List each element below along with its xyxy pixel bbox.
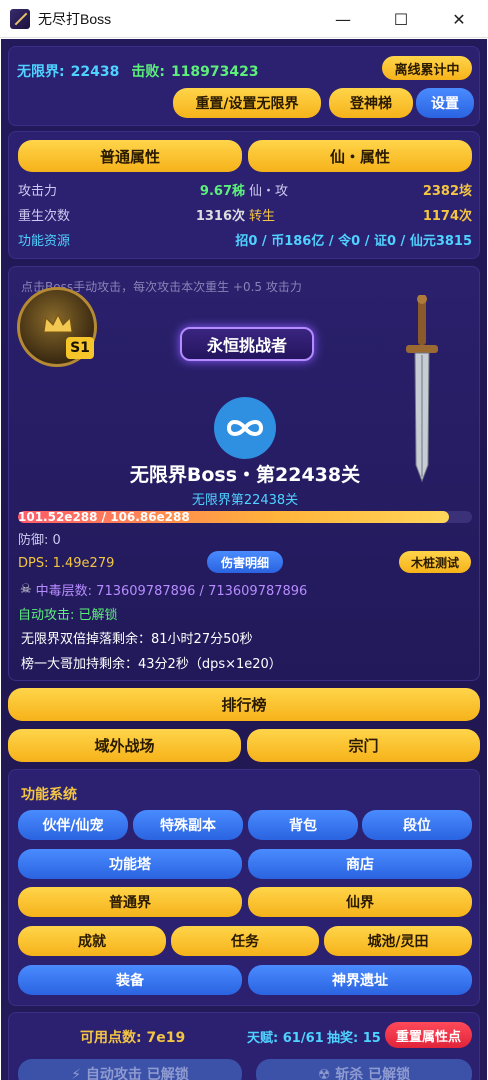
maximize-button[interactable]: ☐ xyxy=(372,0,430,38)
talent-count: 天赋: 61/61 xyxy=(247,1031,324,1046)
realm-value: 22438 xyxy=(70,64,120,80)
offline-accumulating-badge: 离线累计中 xyxy=(382,56,472,80)
crown-icon xyxy=(42,312,74,334)
eternal-challenger-banner: 永恒挑战者 xyxy=(180,327,314,361)
features-title: 功能系统 xyxy=(21,787,77,803)
defeat-value: 118973423 xyxy=(170,64,259,80)
auto-attack-status: 自动攻击: 已解锁 xyxy=(18,608,118,623)
immortal-attack-value: 2382垓 xyxy=(422,184,472,199)
immortal-attack-label: 仙・攻 xyxy=(249,184,289,199)
defeat-label: 击败: xyxy=(131,64,165,80)
points-panel: 可用点数: 7e19 天赋: 61/61 抽奖: 15 重置属性点 ⚡ 自动攻击… xyxy=(8,1012,480,1080)
game-area: 无限界: 22438 击败: 118973423 离线累计中 重置/设置无限界 … xyxy=(1,39,487,1080)
rebirth-value: 1316次 xyxy=(195,209,245,224)
city-field-button[interactable]: 城池/灵田 xyxy=(324,926,472,956)
poison-stacks: 中毒层数: 713609787896 / 713609787896 xyxy=(35,584,308,599)
boss-hp-text: 101.52e288 / 106.86e288 xyxy=(18,510,190,524)
sect-button[interactable]: 宗门 xyxy=(247,729,480,762)
rebirth-row: 重生次数 1316次 xyxy=(18,205,245,224)
dps-value: DPS: 1.49e279 xyxy=(18,556,115,571)
resources-value: 招0 / 币186亿 / 令0 / 证0 / 仙元3815 xyxy=(235,234,472,249)
minimize-button[interactable]: — xyxy=(314,0,372,38)
achievement-button[interactable]: 成就 xyxy=(18,926,166,956)
slay-unlocked-button[interactable]: ☢ 斩杀 已解锁 xyxy=(256,1059,472,1080)
backpack-button[interactable]: 背包 xyxy=(248,810,358,840)
rebirth-label: 重生次数 xyxy=(18,209,71,224)
reincarnation-value: 1174次 xyxy=(422,209,472,224)
window-titlebar: 无尽打Boss — ☐ ✕ xyxy=(0,0,488,38)
resources-label: 功能资源 xyxy=(18,234,71,249)
leaderboard-button[interactable]: 排行榜 xyxy=(8,688,480,721)
settings-button[interactable]: 设置 xyxy=(416,88,474,118)
partner-pet-button[interactable]: 伙伴/仙宠 xyxy=(18,810,128,840)
realm-label: 无限界: xyxy=(17,64,65,80)
attributes-panel: 普通属性 仙・属性 攻击力 9.67秭 仙・攻 2382垓 重生次数 1316次… xyxy=(8,131,480,259)
reset-realm-button[interactable]: 重置/设置无限界 xyxy=(173,88,321,118)
top-stats-panel: 无限界: 22438 击败: 118973423 离线累计中 重置/设置无限界 … xyxy=(8,46,480,126)
skull-icon: ☠ xyxy=(20,582,32,597)
shop-button[interactable]: 商店 xyxy=(248,849,472,879)
auto-attack-unlocked-button[interactable]: ⚡ 自动攻击 已解锁 xyxy=(18,1059,242,1080)
attack-label: 攻击力 xyxy=(18,184,58,199)
damage-detail-button[interactable]: 伤害明细 xyxy=(207,551,283,573)
lottery-count: 抽奖: 15 xyxy=(327,1031,381,1046)
divine-ruins-button[interactable]: 神界遗址 xyxy=(248,965,472,995)
resources-row: 功能资源 招0 / 币186亿 / 令0 / 证0 / 仙元3815 xyxy=(18,230,472,249)
close-button[interactable]: ✕ xyxy=(430,0,488,38)
sword-icon xyxy=(404,294,440,485)
boss-defense: 防御: 0 xyxy=(18,533,61,548)
immortal-attack-row: 仙・攻 2382垓 xyxy=(249,180,472,199)
reincarnation-row: 转生 1174次 xyxy=(249,205,472,224)
attack-row: 攻击力 9.67秭 xyxy=(18,180,245,199)
window-title: 无尽打Boss xyxy=(38,10,112,27)
tab-immortal-attributes[interactable]: 仙・属性 xyxy=(248,140,472,172)
tab-normal-attributes[interactable]: 普通属性 xyxy=(18,140,242,172)
double-drop-timer: 无限界双倍掉落剩余：81小时27分50秒 xyxy=(21,632,253,647)
attack-value: 9.67秭 xyxy=(199,184,245,199)
app-sword-icon xyxy=(10,8,30,29)
season-badge: S1 xyxy=(66,337,94,359)
outer-battlefield-button[interactable]: 域外战场 xyxy=(8,729,241,762)
tower-button[interactable]: 功能塔 xyxy=(18,849,242,879)
boss-subtitle: 无限界第22438关 xyxy=(191,493,299,508)
available-points: 可用点数: 7e19 xyxy=(80,1030,186,1046)
normal-realm-button[interactable]: 普通界 xyxy=(18,887,242,917)
equipment-button[interactable]: 装备 xyxy=(18,965,242,995)
reincarnation-label: 转生 xyxy=(249,209,276,224)
god-ladder-button[interactable]: 登神梯 xyxy=(329,88,413,118)
features-panel: 功能系统 伙伴/仙宠 特殊副本 背包 段位 功能塔 商店 普通界 仙界 成就 任… xyxy=(8,769,480,1006)
rank-button[interactable]: 段位 xyxy=(362,810,472,840)
task-button[interactable]: 任务 xyxy=(171,926,319,956)
immortal-realm-button[interactable]: 仙界 xyxy=(248,887,472,917)
infinity-boss-icon[interactable] xyxy=(214,397,276,459)
boss-panel: 点击Boss手动攻击，每次攻击本次重生 +0.5 攻击力 S1 永恒挑战者 无限… xyxy=(8,266,480,681)
big-brother-timer: 榜一大哥加持剩余：43分2秒（dps×1e20） xyxy=(21,657,282,672)
special-dungeon-button[interactable]: 特殊副本 xyxy=(133,810,243,840)
dummy-test-button[interactable]: 木桩测试 xyxy=(399,551,471,573)
reset-points-button[interactable]: 重置属性点 xyxy=(385,1022,472,1048)
poison-row: ☠ 中毒层数: 713609787896 / 713609787896 xyxy=(20,580,307,599)
boss-name: 无限界Boss・第22438关 xyxy=(129,464,361,486)
